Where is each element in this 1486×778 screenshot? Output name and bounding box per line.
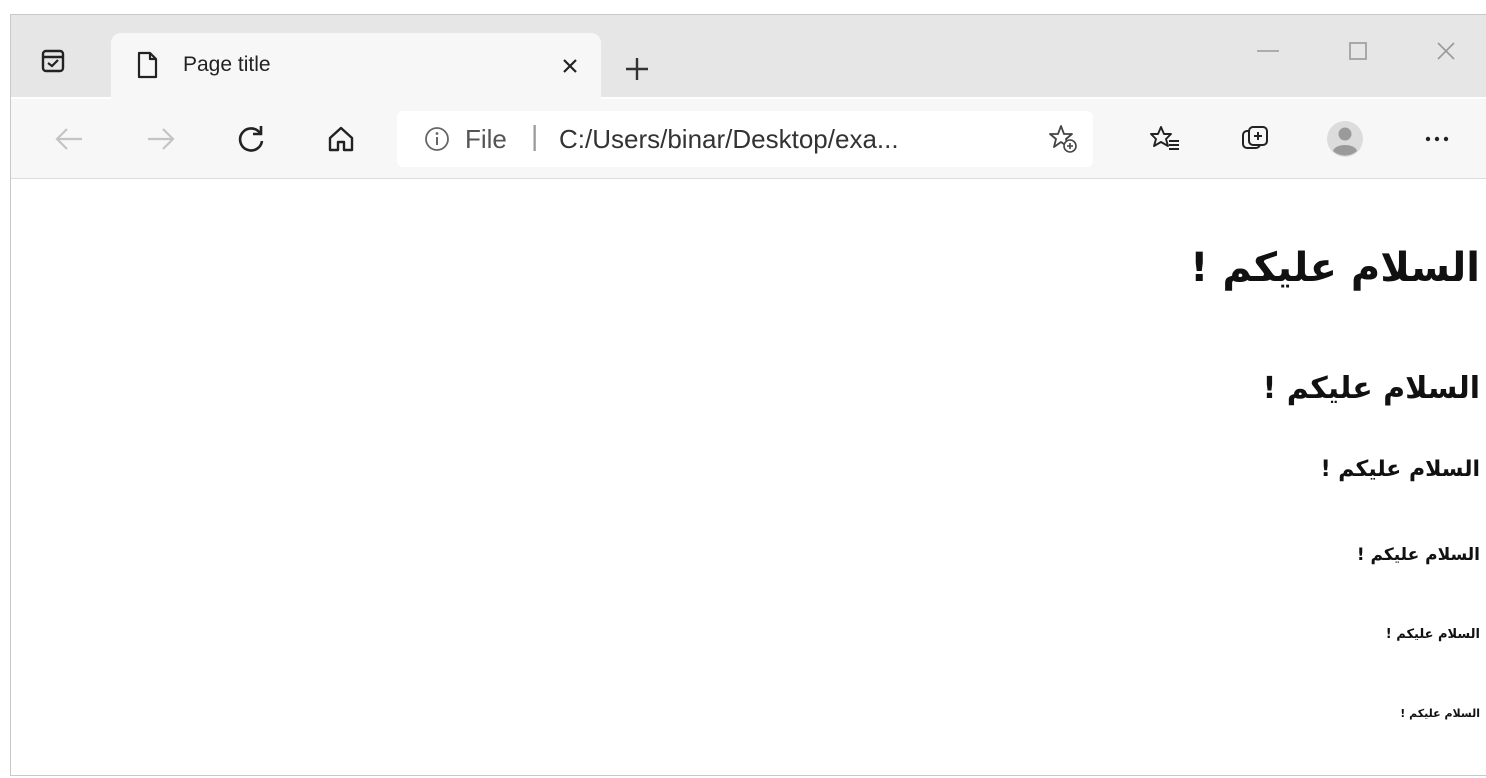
- page-icon: [133, 50, 161, 80]
- window-close-button[interactable]: [1421, 33, 1471, 69]
- favorites-button[interactable]: [1143, 117, 1187, 161]
- home-icon: [328, 126, 354, 152]
- minimize-button[interactable]: [1243, 33, 1293, 69]
- info-icon[interactable]: [423, 125, 451, 153]
- forward-button[interactable]: [139, 117, 183, 161]
- tab-actions-icon: [40, 48, 66, 74]
- heading-2: السلام عليكم !: [1262, 371, 1480, 406]
- heading-1: السلام عليكم !: [1190, 245, 1480, 291]
- address-separator: |: [531, 120, 539, 151]
- tab-title: Page title: [183, 53, 271, 76]
- address-scheme-label: File: [465, 124, 507, 154]
- close-icon: [1437, 42, 1455, 60]
- tab-close-button[interactable]: [553, 49, 587, 83]
- refresh-icon: [238, 126, 264, 152]
- address-url[interactable]: C:/Users/binar/Desktop/exa...: [559, 124, 899, 155]
- heading-3: السلام عليكم !: [1320, 457, 1480, 482]
- address-bar[interactable]: File | C:/Users/binar/Desktop/exa...: [397, 111, 1093, 167]
- minimize-icon: [1257, 50, 1279, 52]
- settings-more-button[interactable]: [1415, 117, 1459, 161]
- refresh-button[interactable]: [229, 117, 273, 161]
- favorites-list-icon: [1150, 126, 1179, 150]
- maximize-icon: [1349, 42, 1367, 60]
- collections-icon: [1242, 126, 1268, 149]
- tab-actions-button[interactable]: [35, 43, 71, 79]
- navigation-toolbar: File | C:/Users/binar/Desktop/exa...: [11, 99, 1486, 179]
- home-button[interactable]: [319, 117, 363, 161]
- profile-button[interactable]: [1323, 117, 1367, 161]
- collections-button[interactable]: [1233, 117, 1277, 161]
- heading-5: السلام عليكم !: [1385, 627, 1480, 642]
- tab-page-title[interactable]: Page title: [111, 33, 601, 99]
- add-favorite-button[interactable]: [1045, 121, 1081, 157]
- maximize-button[interactable]: [1333, 33, 1383, 69]
- arrow-left-icon: [55, 128, 82, 150]
- more-icon: [1425, 136, 1449, 142]
- close-icon: [563, 59, 577, 73]
- heading-4: السلام عليكم !: [1356, 545, 1480, 565]
- new-tab-button[interactable]: [617, 49, 657, 89]
- back-button[interactable]: [47, 117, 91, 161]
- title-bar: Page title: [11, 15, 1486, 99]
- page-content: السلام عليكم ! السلام عليكم ! السلام علي…: [11, 179, 1486, 775]
- avatar-icon: [1327, 121, 1363, 157]
- heading-6: السلام عليكم !: [1400, 707, 1480, 720]
- arrow-right-icon: [148, 128, 175, 150]
- star-add-icon: [1049, 125, 1077, 153]
- plus-icon: [626, 58, 648, 80]
- browser-window: Page title File | C:/Users/binar/Desktop…: [10, 14, 1486, 776]
